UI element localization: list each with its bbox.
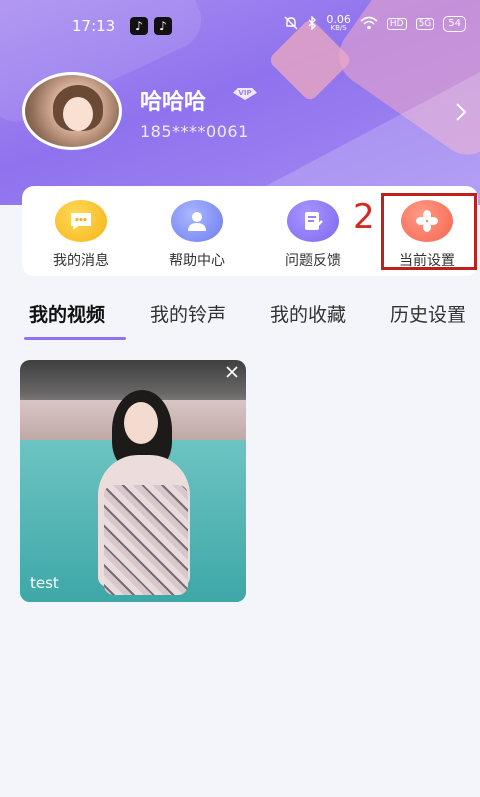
wifi-icon xyxy=(360,16,378,33)
video-title: test xyxy=(30,574,59,592)
user-help-icon xyxy=(171,200,223,242)
tab-my-videos[interactable]: 我的视频 xyxy=(29,300,105,327)
status-icons: 0.06 KB/S HD 5G 54 xyxy=(284,13,466,33)
phone-number: 185****0061 xyxy=(140,122,249,141)
quick-action-label: 帮助中心 xyxy=(169,253,225,269)
tab-my-favorites[interactable]: 我的收藏 xyxy=(270,300,346,327)
edit-document-icon xyxy=(287,200,339,242)
bluetooth-icon xyxy=(307,14,317,33)
tiktok-notification-icon: ♪ xyxy=(154,17,172,35)
status-bar: 17:13 ♪ ♪ 0.06 KB/S HD 5G 54 xyxy=(0,0,480,52)
hd-badge: HD xyxy=(386,18,407,30)
annotation-highlight-box xyxy=(381,193,477,270)
content-tabs: 我的视频 我的铃声 我的收藏 历史设置 xyxy=(0,300,480,342)
tiktok-notification-icon: ♪ xyxy=(130,17,148,35)
chevron-right-icon[interactable] xyxy=(454,100,468,124)
bell-off-icon xyxy=(284,16,298,33)
signal-5g-badge: 5G xyxy=(415,18,435,30)
video-card[interactable]: test xyxy=(20,360,246,602)
message-icon xyxy=(55,200,107,242)
tab-indicator xyxy=(24,337,126,340)
battery-indicator: 54 xyxy=(443,16,466,32)
quick-action-help[interactable]: 帮助中心 xyxy=(152,200,242,270)
quick-action-messages[interactable]: 我的消息 xyxy=(36,200,126,270)
vip-badge: VIP xyxy=(233,88,259,102)
close-icon[interactable] xyxy=(224,364,240,380)
network-speed: 0.06 KB/S xyxy=(326,13,351,32)
quick-action-label: 我的消息 xyxy=(53,253,109,269)
quick-action-label: 问题反馈 xyxy=(285,253,341,269)
tab-history-settings[interactable]: 历史设置 xyxy=(390,300,466,327)
tab-my-ringtones[interactable]: 我的铃声 xyxy=(150,300,226,327)
status-time: 17:13 xyxy=(72,17,116,35)
username: 哈哈哈 xyxy=(140,90,207,115)
quick-action-feedback[interactable]: 问题反馈 xyxy=(268,200,358,270)
avatar[interactable] xyxy=(22,72,122,150)
annotation-step-number: 2 xyxy=(353,197,375,237)
